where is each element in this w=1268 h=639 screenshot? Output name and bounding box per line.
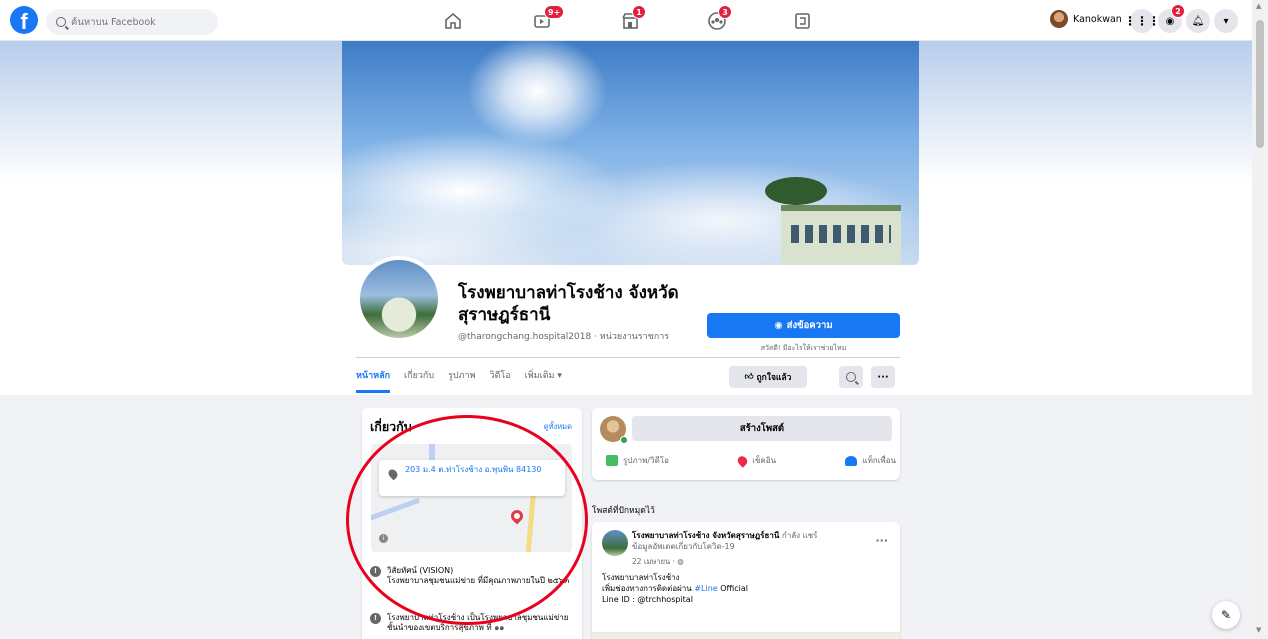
messenger-badge: 2	[1171, 4, 1185, 18]
create-post-actions: รูปภาพ/วิดีโอ เช็คอิน แท็กเพื่อน	[606, 453, 896, 468]
tag-friends-label: แท็กเพื่อน	[862, 456, 896, 465]
search-box[interactable]	[46, 9, 218, 35]
page-search-button[interactable]	[839, 366, 863, 388]
see-all-link[interactable]: ดูทั้งหมด	[544, 421, 572, 433]
watch-tab[interactable]: 9+	[532, 5, 565, 32]
send-message-button[interactable]: ◉ ส่งข้อความ	[707, 313, 900, 338]
info-icon: !	[370, 613, 381, 624]
bell-icon: 🔔︎	[1191, 15, 1205, 27]
gaming-tab[interactable]	[792, 10, 814, 32]
tab-more[interactable]: เพิ่มเติม ▾	[525, 368, 562, 393]
groups-badge: 3	[718, 5, 732, 19]
create-post-card: สร้างโพสต์ รูปภาพ/วิดีโอ เช็คอิน แท็กเพื…	[592, 408, 900, 480]
globe-icon: ◍	[677, 557, 684, 566]
post-line-text: Official	[717, 584, 749, 593]
hashtag-link[interactable]: #Line	[694, 584, 717, 593]
post-header: โรงพยาบาลท่าโรงช้าง จังหวัดสุราษฎร์ธานี …	[632, 530, 862, 552]
tag-friends-icon	[845, 455, 858, 466]
cover-photo[interactable]	[342, 41, 919, 265]
gaming-icon	[795, 13, 810, 29]
avatar[interactable]	[602, 530, 628, 556]
page-handle: @tharongchang.hospital2018 · หน่วยงานราช…	[458, 332, 670, 342]
post-line: เพิ่มช่องทางการติดต่อผ่าน #Line Official	[602, 583, 892, 594]
watch-badge: 9+	[544, 5, 565, 19]
search-icon	[56, 17, 66, 27]
post-action-tail: แชร์	[802, 531, 818, 540]
user-name: Kanokwan	[1073, 13, 1122, 25]
groups-tab[interactable]: 3	[706, 5, 732, 32]
thumbs-up-icon: 👍︎	[744, 372, 754, 382]
account-button[interactable]: ▾	[1214, 9, 1238, 33]
page-title: โรงพยาบาลท่าโรงช้าง จังหวัดสุราษฎร์ธานี	[458, 283, 679, 325]
post-timestamp[interactable]: 22 เมษายน · ◍	[632, 556, 684, 568]
marketplace-tab[interactable]: 1	[620, 5, 646, 32]
liked-button[interactable]: 👍︎ ถูกใจแล้ว	[729, 366, 807, 388]
check-in-button[interactable]: เช็คอิน	[736, 453, 777, 468]
scroll-up-icon[interactable]: ▲	[1256, 2, 1261, 10]
post-line: โรงพยาบาลท่าโรงช้าง	[602, 573, 680, 582]
search-input[interactable]	[71, 16, 211, 28]
hospital-building-graphic	[781, 205, 901, 265]
post-line: Line ID : @trchhospital	[602, 595, 693, 604]
top-navigation-bar: f 9+ 1 3 Kanokwan ⋮⋮⋮ ◉ 2 🔔︎ ▾	[0, 0, 1252, 41]
facebook-logo-icon[interactable]: f	[10, 6, 38, 34]
pinned-posts-heading: โพสต์ที่ปักหมุดไว้	[592, 506, 655, 516]
post-author[interactable]: โรงพยาบาลท่าโรงช้าง จังหวัดสุราษฎร์ธานี	[632, 531, 779, 540]
pinned-post: โรงพยาบาลท่าโรงช้าง จังหวัดสุราษฎร์ธานี …	[592, 522, 900, 639]
photo-video-button[interactable]: รูปภาพ/วิดีโอ	[606, 454, 669, 467]
photo-video-label: รูปภาพ/วิดีโอ	[623, 456, 669, 465]
page-profile-picture[interactable]	[356, 256, 442, 342]
tab-home[interactable]: หน้าหลัก	[356, 368, 391, 393]
scroll-down-icon[interactable]: ▼	[1256, 626, 1261, 634]
post-time-text: 22 เมษายน ·	[632, 557, 678, 566]
profile-shortcut[interactable]: Kanokwan	[1050, 10, 1122, 28]
grid-menu-icon: ⋮⋮⋮	[1124, 14, 1160, 28]
tab-videos[interactable]: วิดีโอ	[490, 368, 511, 393]
home-tab[interactable]	[442, 10, 464, 32]
marketplace-badge: 1	[632, 5, 646, 19]
new-message-button[interactable]: ✎	[1212, 601, 1240, 629]
post-subtitle: ข้อมูลอัพเดตเกี่ยวกับโควิด-19	[632, 542, 735, 551]
compose-icon: ✎	[1220, 608, 1232, 622]
tab-about[interactable]: เกี่ยวกับ	[404, 368, 434, 393]
online-status-dot	[620, 436, 628, 444]
more-icon: ···	[877, 371, 889, 383]
page-tabs: หน้าหลัก เกี่ยวกับ รูปภาพ วิดีโอ เพิ่มเต…	[356, 368, 562, 393]
post-body: โรงพยาบาลท่าโรงช้าง เพิ่มช่องทางการติดต่…	[602, 572, 892, 605]
chevron-down-icon: ▾	[1223, 15, 1229, 27]
post-action: กำลัง	[781, 531, 801, 540]
photo-icon	[606, 455, 618, 466]
messenger-icon: ◉	[1165, 15, 1175, 27]
messenger-icon: ◉	[774, 320, 783, 331]
check-in-label: เช็คอิน	[752, 456, 777, 465]
search-icon	[846, 372, 856, 382]
header-divider	[356, 357, 900, 358]
messenger-button[interactable]: ◉ 2	[1158, 4, 1185, 33]
highlight-annotation-circle	[346, 415, 588, 625]
more-options-button[interactable]: ···	[871, 366, 895, 388]
notifications-button[interactable]: 🔔︎	[1186, 9, 1210, 33]
send-message-label: ส่งข้อความ	[786, 320, 833, 331]
liked-label: ถูกใจแล้ว	[756, 373, 792, 383]
message-subtext: สวัสดี! มีอะไรให้เราช่วยไหม	[760, 344, 847, 352]
post-image[interactable]	[592, 632, 900, 639]
menu-button[interactable]: ⋮⋮⋮	[1124, 9, 1160, 33]
scroll-thumb[interactable]	[1256, 20, 1264, 148]
tag-friends-button[interactable]: แท็กเพื่อน	[845, 454, 896, 467]
post-line-text: เพิ่มช่องทางการติดต่อผ่าน	[602, 584, 695, 593]
tab-photos[interactable]: รูปภาพ	[448, 368, 475, 393]
page-scrollbar[interactable]: ▲ ▼	[1252, 0, 1268, 639]
create-post-button[interactable]: สร้างโพสต์	[632, 416, 892, 441]
location-pin-icon	[736, 453, 750, 468]
post-more-icon[interactable]: ···	[875, 534, 888, 547]
home-icon	[445, 12, 461, 29]
avatar	[1050, 10, 1068, 28]
